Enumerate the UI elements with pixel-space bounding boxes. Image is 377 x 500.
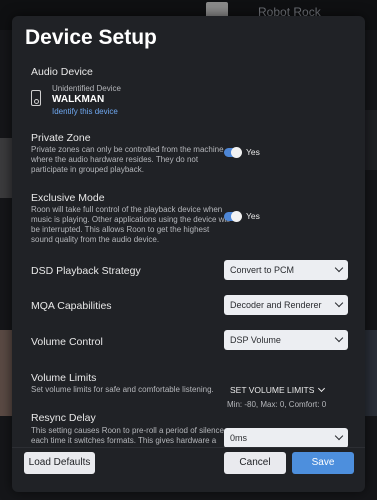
dsd-strategy-select[interactable]: Convert to PCM [224, 260, 348, 280]
volume-limits-description: Set volume limits for safe and comfortab… [31, 385, 214, 394]
footer-divider [12, 447, 365, 448]
volume-limits-label: Volume Limits [31, 372, 97, 384]
cancel-button[interactable]: Cancel [224, 452, 286, 474]
dsd-strategy-label: DSD Playback Strategy [31, 265, 141, 277]
device-name: WALKMAN [52, 94, 105, 105]
audio-device-label: Audio Device [31, 66, 93, 78]
load-defaults-button[interactable]: Load Defaults [24, 452, 95, 474]
private-zone-value: Yes [246, 147, 260, 157]
resync-delay-label: Resync Delay [31, 412, 96, 424]
chevron-down-icon [334, 298, 344, 308]
volume-control-label: Volume Control [31, 336, 103, 348]
device-icon [31, 90, 41, 106]
mqa-capabilities-select[interactable]: Decoder and Renderer [224, 295, 348, 315]
private-zone-label: Private Zone [31, 132, 91, 144]
settings-scroll-area[interactable]: Audio Device Unidentified Device WALKMAN… [12, 60, 365, 447]
device-type: Unidentified Device [52, 84, 121, 93]
chevron-down-icon [334, 333, 344, 343]
volume-control-value: DSP Volume [230, 335, 281, 345]
chevron-down-icon [334, 263, 344, 273]
mqa-capabilities-value: Decoder and Renderer [230, 300, 322, 310]
volume-control-select[interactable]: DSP Volume [224, 330, 348, 350]
resync-delay-description: This setting causes Roon to pre-roll a p… [31, 426, 224, 445]
exclusive-mode-description: Roon will take full control of the playb… [31, 205, 230, 244]
volume-limits-summary: Min: -80, Max: 0, Comfort: 0 [227, 400, 327, 409]
exclusive-mode-toggle[interactable] [224, 211, 242, 222]
chevron-down-icon [334, 431, 344, 441]
resync-delay-select[interactable]: 0ms [224, 428, 348, 447]
private-zone-description: Private zones can only be controlled fro… [31, 145, 224, 174]
resync-delay-value: 0ms [230, 433, 248, 443]
device-setup-dialog: Device Setup Audio Device Unidentified D… [12, 16, 365, 492]
dialog-title: Device Setup [25, 26, 157, 49]
mqa-capabilities-label: MQA Capabilities [31, 300, 112, 312]
private-zone-toggle[interactable] [224, 147, 242, 158]
dsd-strategy-value: Convert to PCM [230, 265, 295, 275]
exclusive-mode-label: Exclusive Mode [31, 192, 105, 204]
set-volume-limits-label: SET VOLUME LIMITS [230, 385, 315, 395]
save-button[interactable]: Save [292, 452, 354, 474]
exclusive-mode-value: Yes [246, 211, 260, 221]
chevron-down-icon [318, 384, 326, 393]
identify-device-link[interactable]: Identify this device [52, 107, 118, 116]
set-volume-limits-button[interactable]: SET VOLUME LIMITS [230, 384, 326, 395]
